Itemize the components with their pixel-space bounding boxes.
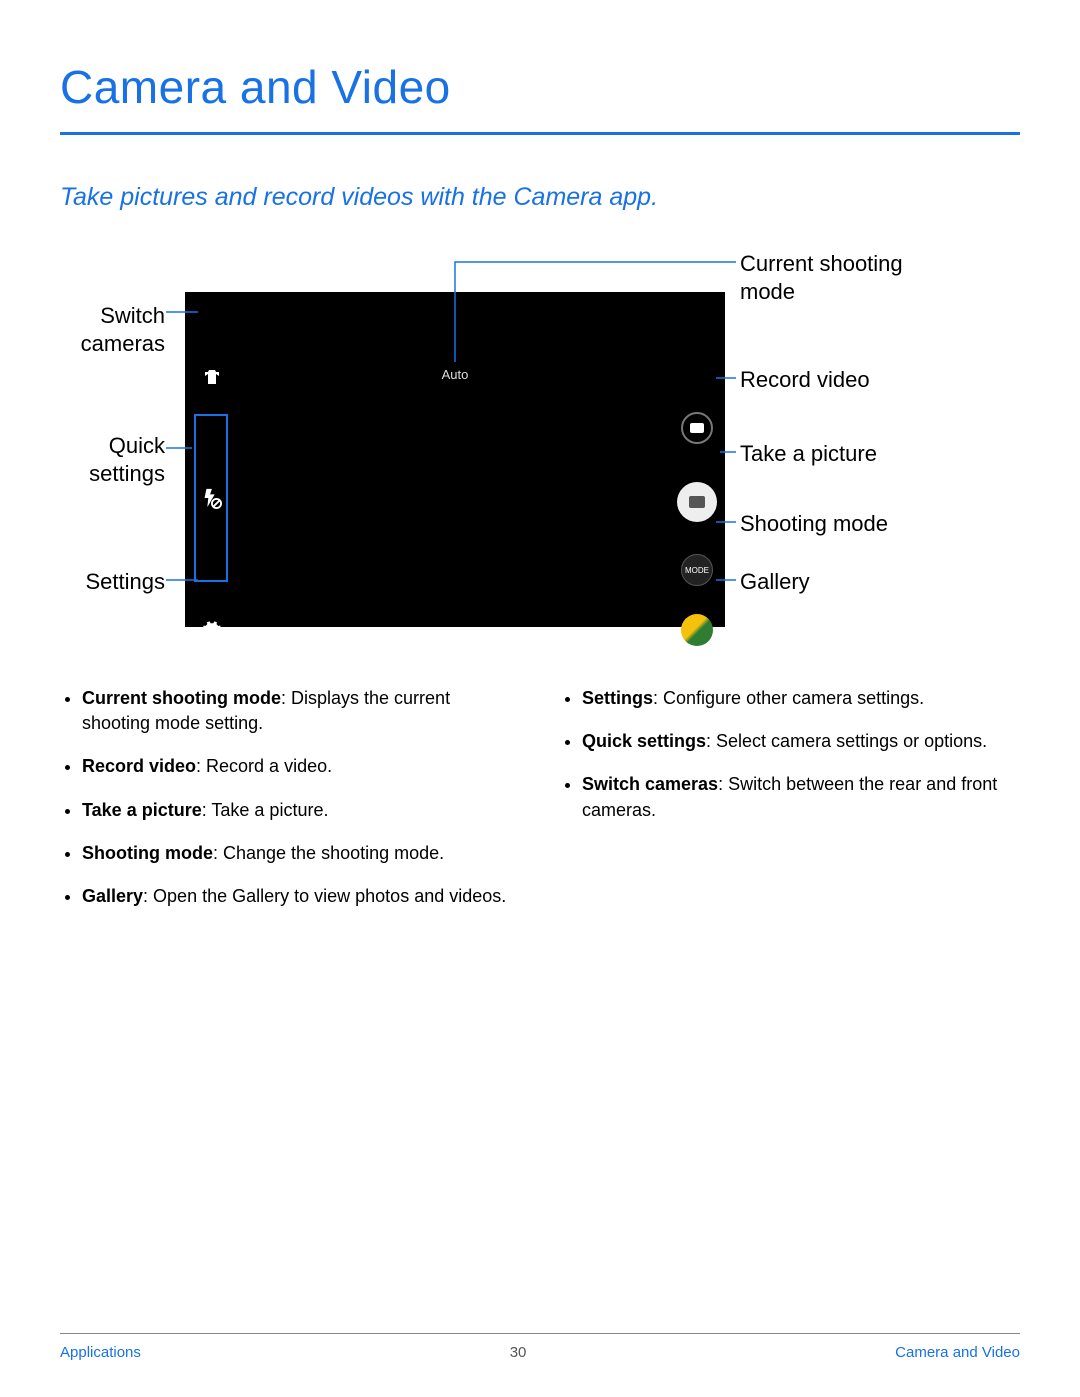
current-mode-label: Auto <box>442 367 469 382</box>
left-column: Current shooting mode: Displays the curr… <box>60 686 520 927</box>
footer-page-number: 30 <box>510 1344 527 1361</box>
gear-icon[interactable] <box>200 620 222 642</box>
description-columns: Current shooting mode: Displays the curr… <box>60 686 1020 927</box>
right-column: Settings: Configure other camera setting… <box>560 686 1020 927</box>
label-take-picture: Take a picture <box>740 440 877 468</box>
switch-camera-icon[interactable] <box>200 367 224 391</box>
bullet-item: Record video: Record a video. <box>82 754 520 779</box>
label-gallery: Gallery <box>740 568 810 596</box>
take-picture-button[interactable] <box>677 482 717 522</box>
record-video-button[interactable] <box>681 412 713 444</box>
flash-off-icon[interactable] <box>200 487 222 509</box>
shooting-mode-button[interactable]: MODE <box>681 554 713 586</box>
bullet-item: Take a picture: Take a picture. <box>82 798 520 823</box>
camera-diagram: Auto MODE Switch cameras Quick settings … <box>60 240 1020 650</box>
title-rule <box>60 132 1020 135</box>
page-title: Camera and Video <box>60 60 1020 114</box>
bullet-item: Switch cameras: Switch between the rear … <box>582 772 1020 822</box>
page-subtitle: Take pictures and record videos with the… <box>60 183 1020 212</box>
gallery-button[interactable] <box>681 614 713 646</box>
bullet-item: Settings: Configure other camera setting… <box>582 686 1020 711</box>
page-footer: Applications 30 Camera and Video <box>60 1333 1020 1361</box>
label-settings: Settings <box>47 568 165 596</box>
bullet-item: Quick settings: Select camera settings o… <box>582 729 1020 754</box>
label-current-mode: Current shooting mode <box>740 250 950 305</box>
label-switch-cameras: Switch cameras <box>47 302 165 357</box>
footer-right: Camera and Video <box>895 1344 1020 1361</box>
bullet-item: Shooting mode: Change the shooting mode. <box>82 841 520 866</box>
bullet-item: Current shooting mode: Displays the curr… <box>82 686 520 736</box>
camera-viewport: Auto MODE <box>185 292 725 627</box>
label-quick-settings: Quick settings <box>47 432 165 487</box>
footer-left: Applications <box>60 1344 141 1361</box>
label-record-video: Record video <box>740 366 870 394</box>
bullet-item: Gallery: Open the Gallery to view photos… <box>82 884 520 909</box>
label-shooting-mode: Shooting mode <box>740 510 888 538</box>
